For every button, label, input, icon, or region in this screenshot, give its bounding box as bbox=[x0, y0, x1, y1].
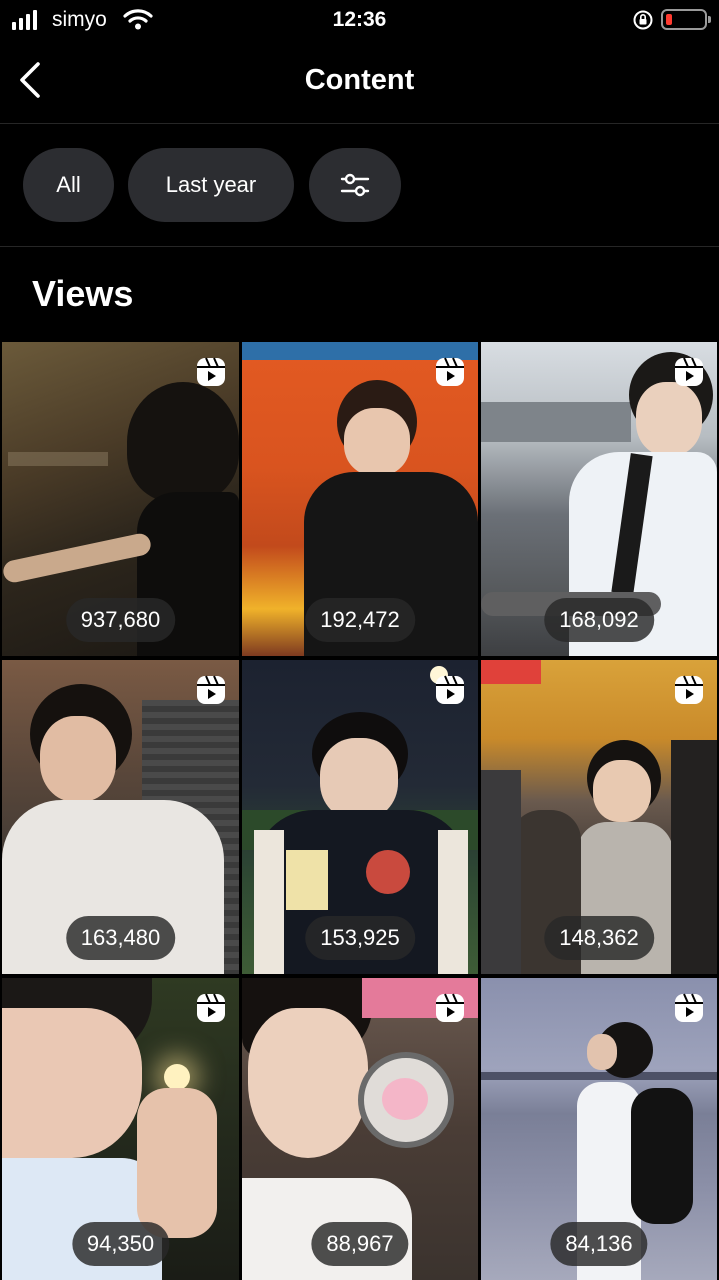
view-count: 84,136 bbox=[550, 1222, 648, 1266]
reel-tile[interactable]: 937,680 bbox=[2, 342, 239, 656]
reels-icon bbox=[436, 675, 464, 704]
reel-tile[interactable]: 84,136 bbox=[481, 978, 717, 1280]
reel-tile[interactable]: 94,350 bbox=[2, 978, 239, 1280]
battery-icon bbox=[661, 9, 711, 30]
clock: 12:36 bbox=[332, 8, 387, 31]
filter-settings-button[interactable] bbox=[309, 148, 401, 222]
reel-tile[interactable]: 88,967 bbox=[242, 978, 478, 1280]
reels-icon bbox=[197, 993, 225, 1022]
sliders-icon bbox=[340, 173, 370, 197]
page-title: Content bbox=[304, 64, 415, 96]
reel-tile[interactable]: 148,362 bbox=[481, 660, 717, 974]
reels-icon bbox=[197, 357, 225, 386]
reel-tile[interactable]: 192,472 bbox=[242, 342, 478, 656]
reel-tile[interactable]: 153,925 bbox=[242, 660, 478, 974]
filter-all-chip[interactable]: All bbox=[23, 148, 114, 222]
view-count: 192,472 bbox=[305, 598, 415, 642]
battery-level bbox=[666, 14, 672, 25]
reels-icon bbox=[197, 675, 225, 704]
view-count: 94,350 bbox=[71, 1222, 170, 1266]
reel-tile[interactable]: 168,092 bbox=[481, 342, 717, 656]
reels-icon bbox=[675, 357, 703, 386]
reels-icon bbox=[675, 993, 703, 1022]
reels-icon bbox=[675, 675, 703, 704]
status-bar: simyo 12:36 bbox=[0, 0, 719, 40]
filter-period-chip[interactable]: Last year bbox=[128, 148, 294, 222]
navigation-bar: Content bbox=[0, 40, 719, 124]
view-count: 153,925 bbox=[305, 916, 415, 960]
reels-icon bbox=[436, 993, 464, 1022]
view-count: 88,967 bbox=[311, 1222, 409, 1266]
view-count: 937,680 bbox=[65, 598, 176, 642]
view-count: 163,480 bbox=[65, 916, 176, 960]
filter-bar: All Last year bbox=[0, 124, 719, 247]
view-count: 148,362 bbox=[544, 916, 654, 960]
reel-tile[interactable]: 163,480 bbox=[2, 660, 239, 974]
reels-icon bbox=[436, 357, 464, 386]
rotation-lock-icon bbox=[633, 10, 653, 30]
view-count: 168,092 bbox=[544, 598, 654, 642]
section-title: Views bbox=[32, 273, 134, 314]
